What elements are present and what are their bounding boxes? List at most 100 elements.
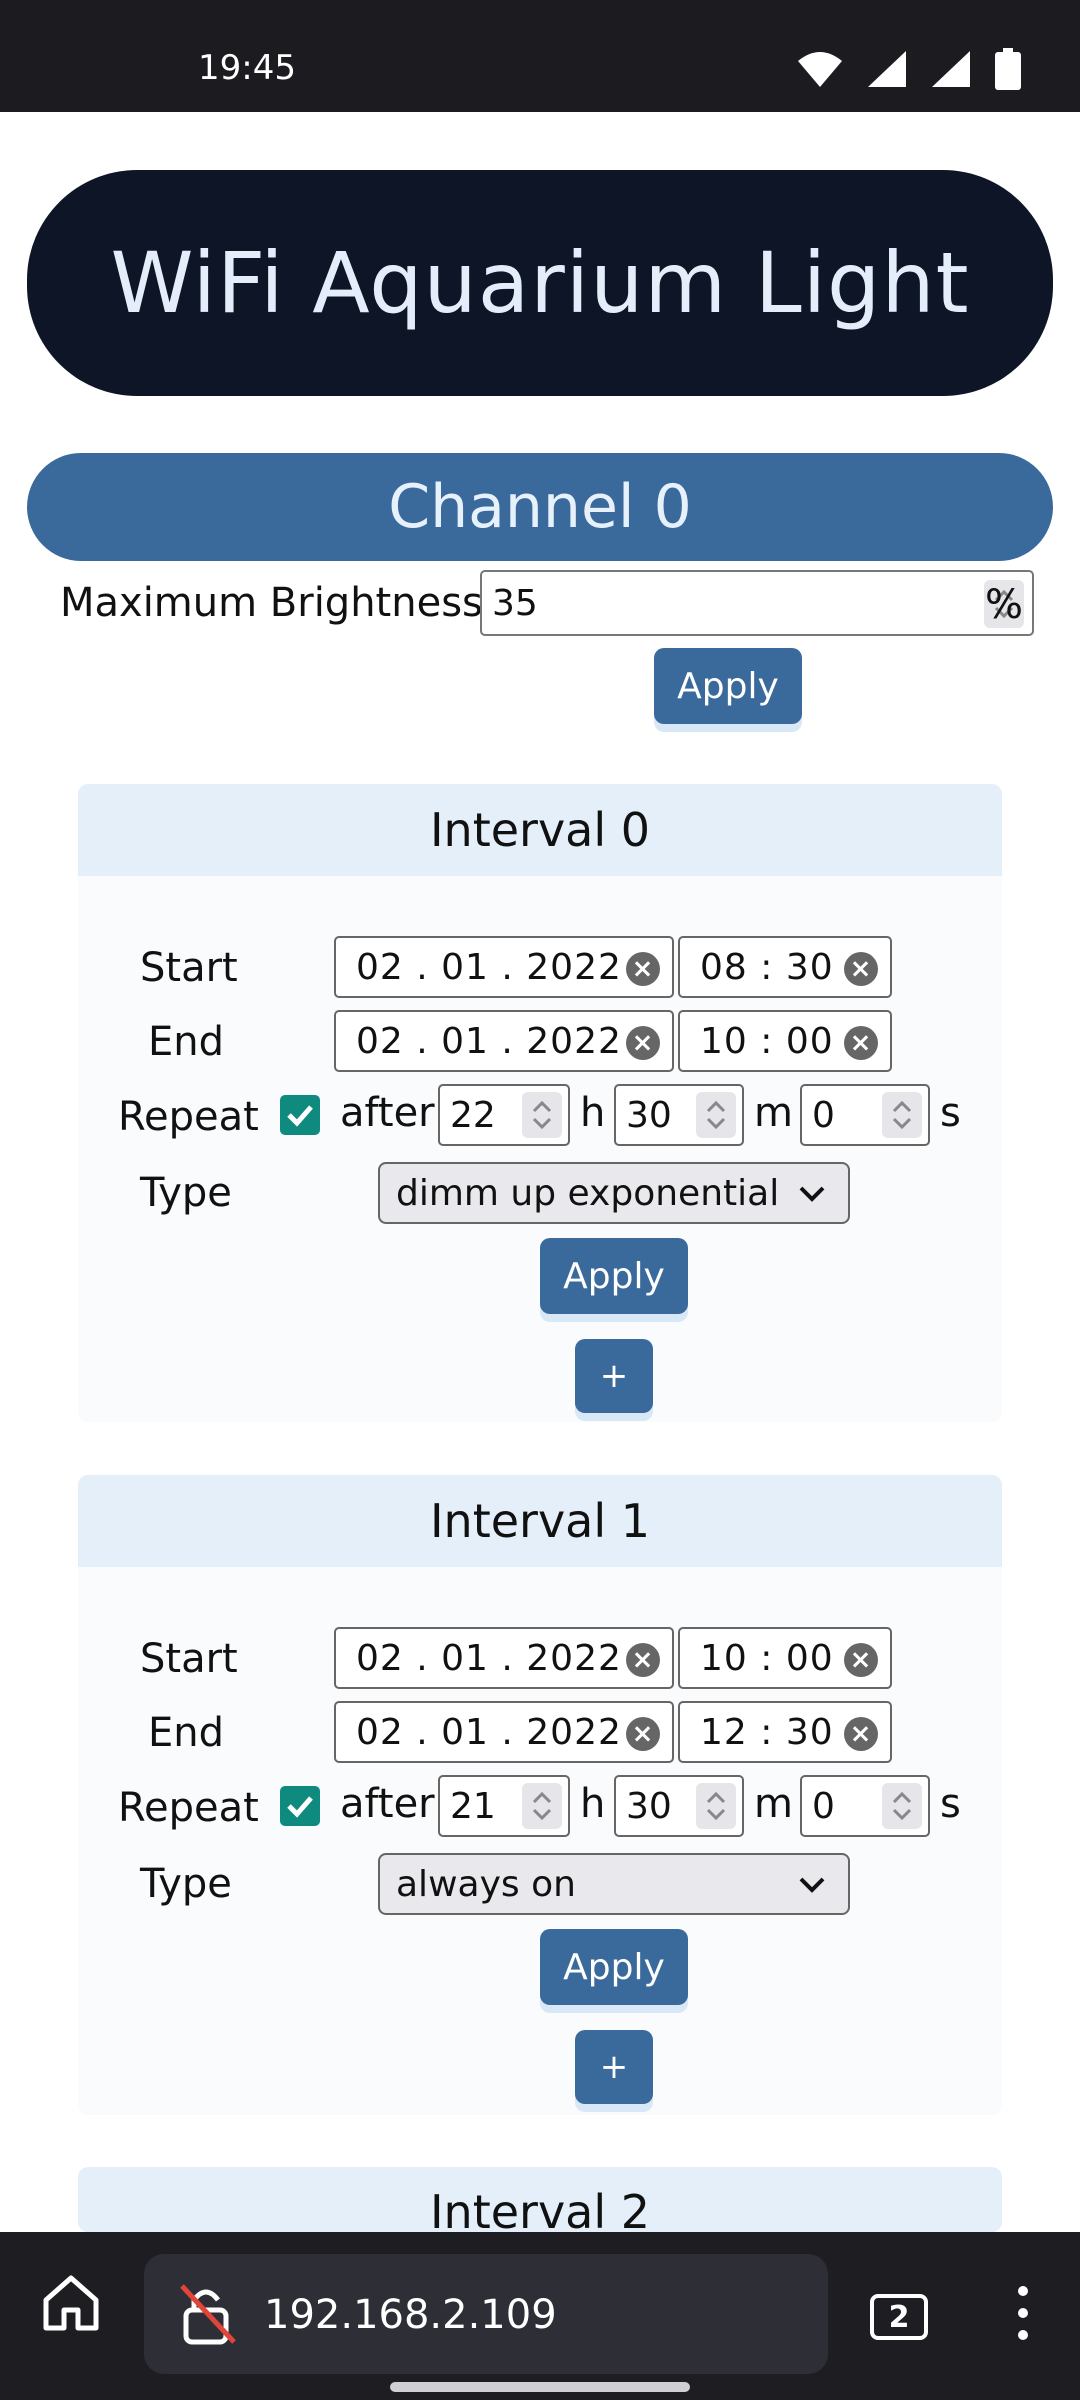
- wifi-icon: [798, 52, 842, 87]
- type-selected-value: always on: [396, 1863, 576, 1905]
- repeat-minutes-input[interactable]: 30: [614, 1775, 744, 1837]
- hours-unit: h: [580, 1090, 606, 1136]
- repeat-hours-input[interactable]: 22: [438, 1084, 570, 1146]
- number-stepper[interactable]: [882, 1783, 922, 1829]
- interval-title: Interval 1: [78, 1475, 1002, 1567]
- add-interval-button[interactable]: +: [575, 2030, 653, 2104]
- after-label: after: [340, 1090, 435, 1136]
- end-date-input[interactable]: 02 . 01 . 2022 ×: [334, 1010, 674, 1072]
- end-time-input[interactable]: 10 : 00 ×: [678, 1010, 892, 1072]
- tab-switcher-button[interactable]: 2: [870, 2294, 928, 2340]
- repeat-hours-value: 22: [450, 1094, 496, 1136]
- repeat-checkbox[interactable]: [280, 1786, 320, 1826]
- number-stepper[interactable]: [696, 1783, 736, 1829]
- battery-icon: [995, 48, 1021, 90]
- minutes-unit: m: [754, 1090, 793, 1136]
- number-stepper[interactable]: [882, 1092, 922, 1138]
- number-stepper[interactable]: [522, 1092, 562, 1138]
- gesture-bar: [390, 2382, 690, 2392]
- clear-icon[interactable]: ×: [626, 952, 660, 986]
- end-date-value: 02 . 01 . 2022: [356, 1711, 622, 1753]
- start-time-value: 08 : 30: [700, 946, 834, 988]
- start-date-value: 02 . 01 . 2022: [356, 946, 622, 988]
- stepper-arrows-icon: [706, 1791, 726, 1821]
- url-text: 192.168.2.109: [264, 2292, 557, 2338]
- end-date-input[interactable]: 02 . 01 . 2022 ×: [334, 1701, 674, 1763]
- home-icon[interactable]: [40, 2272, 102, 2334]
- interval-title: Interval 2: [78, 2167, 1002, 2232]
- add-interval-button[interactable]: +: [575, 1339, 653, 1413]
- clear-icon[interactable]: ×: [844, 1026, 878, 1060]
- repeat-seconds-input[interactable]: 0: [800, 1084, 930, 1146]
- status-icons: [796, 48, 1022, 90]
- max-brightness-label: Maximum Brightness: [60, 580, 483, 626]
- max-brightness-value: 35: [492, 582, 538, 624]
- start-time-input[interactable]: 08 : 30 ×: [678, 936, 892, 998]
- percent-unit: %: [985, 582, 1024, 628]
- type-select[interactable]: always on: [378, 1853, 850, 1915]
- repeat-minutes-value: 30: [626, 1094, 672, 1136]
- end-time-value: 10 : 00: [700, 1020, 834, 1062]
- seconds-unit: s: [940, 1781, 961, 1827]
- clear-icon[interactable]: ×: [626, 1026, 660, 1060]
- chevron-down-icon: [799, 1877, 825, 1893]
- interval-apply-button[interactable]: Apply: [540, 1238, 688, 1314]
- repeat-checkbox[interactable]: [280, 1095, 320, 1135]
- end-date-value: 02 . 01 . 2022: [356, 1020, 622, 1062]
- checkmark-icon: [287, 1796, 313, 1818]
- start-date-input[interactable]: 02 . 01 . 2022 ×: [334, 1627, 674, 1689]
- repeat-hours-value: 21: [450, 1785, 496, 1827]
- interval-apply-button[interactable]: Apply: [540, 1929, 688, 2005]
- browser-toolbar: 192.168.2.109 2: [0, 2232, 1080, 2400]
- more-menu-icon[interactable]: [1018, 2286, 1030, 2352]
- channel-apply-button[interactable]: Apply: [654, 648, 802, 724]
- clear-icon[interactable]: ×: [844, 952, 878, 986]
- number-stepper[interactable]: [522, 1783, 562, 1829]
- type-selected-value: dimm up exponential: [396, 1172, 780, 1214]
- max-brightness-input[interactable]: 35: [480, 570, 1034, 636]
- max-brightness-row: Maximum Brightness 35 %: [60, 570, 1040, 636]
- chevron-down-icon: [799, 1186, 825, 1202]
- end-time-value: 12 : 30: [700, 1711, 834, 1753]
- clear-icon[interactable]: ×: [844, 1717, 878, 1751]
- stepper-arrows-icon: [706, 1100, 726, 1130]
- interval-title: Interval 0: [78, 784, 1002, 876]
- repeat-minutes-value: 30: [626, 1785, 672, 1827]
- repeat-minutes-input[interactable]: 30: [614, 1084, 744, 1146]
- interval-card-2: Interval 2: [78, 2167, 1002, 2232]
- repeat-seconds-value: 0: [812, 1785, 835, 1827]
- channel-header: Channel 0: [27, 453, 1053, 561]
- minutes-unit: m: [754, 1781, 793, 1827]
- end-time-input[interactable]: 12 : 30 ×: [678, 1701, 892, 1763]
- hours-unit: h: [580, 1781, 606, 1827]
- address-bar[interactable]: 192.168.2.109: [144, 2254, 828, 2374]
- stepper-arrows-icon: [532, 1100, 552, 1130]
- type-select[interactable]: dimm up exponential: [378, 1162, 850, 1224]
- signal-icon-2: [932, 51, 970, 87]
- status-bar: 19:45: [0, 0, 1080, 112]
- number-stepper[interactable]: [696, 1092, 736, 1138]
- checkmark-icon: [287, 1105, 313, 1127]
- clear-icon[interactable]: ×: [626, 1717, 660, 1751]
- status-time: 19:45: [198, 48, 296, 88]
- start-label: Start: [140, 1636, 238, 1682]
- clear-icon[interactable]: ×: [626, 1643, 660, 1677]
- end-label: End: [148, 1019, 225, 1065]
- start-date-input[interactable]: 02 . 01 . 2022 ×: [334, 936, 674, 998]
- stepper-arrows-icon: [892, 1100, 912, 1130]
- start-label: Start: [140, 945, 238, 991]
- repeat-seconds-value: 0: [812, 1094, 835, 1136]
- start-time-input[interactable]: 10 : 00 ×: [678, 1627, 892, 1689]
- insecure-lock-icon: [180, 2284, 236, 2345]
- repeat-hours-input[interactable]: 21: [438, 1775, 570, 1837]
- type-label: Type: [140, 1861, 232, 1907]
- page-title: WiFi Aquarium Light: [27, 170, 1053, 396]
- clear-icon[interactable]: ×: [844, 1643, 878, 1677]
- stepper-arrows-icon: [892, 1791, 912, 1821]
- repeat-seconds-input[interactable]: 0: [800, 1775, 930, 1837]
- signal-icon: [868, 51, 906, 87]
- stepper-arrows-icon: [532, 1791, 552, 1821]
- end-label: End: [148, 1710, 225, 1756]
- type-label: Type: [140, 1170, 232, 1216]
- start-time-value: 10 : 00: [700, 1637, 834, 1679]
